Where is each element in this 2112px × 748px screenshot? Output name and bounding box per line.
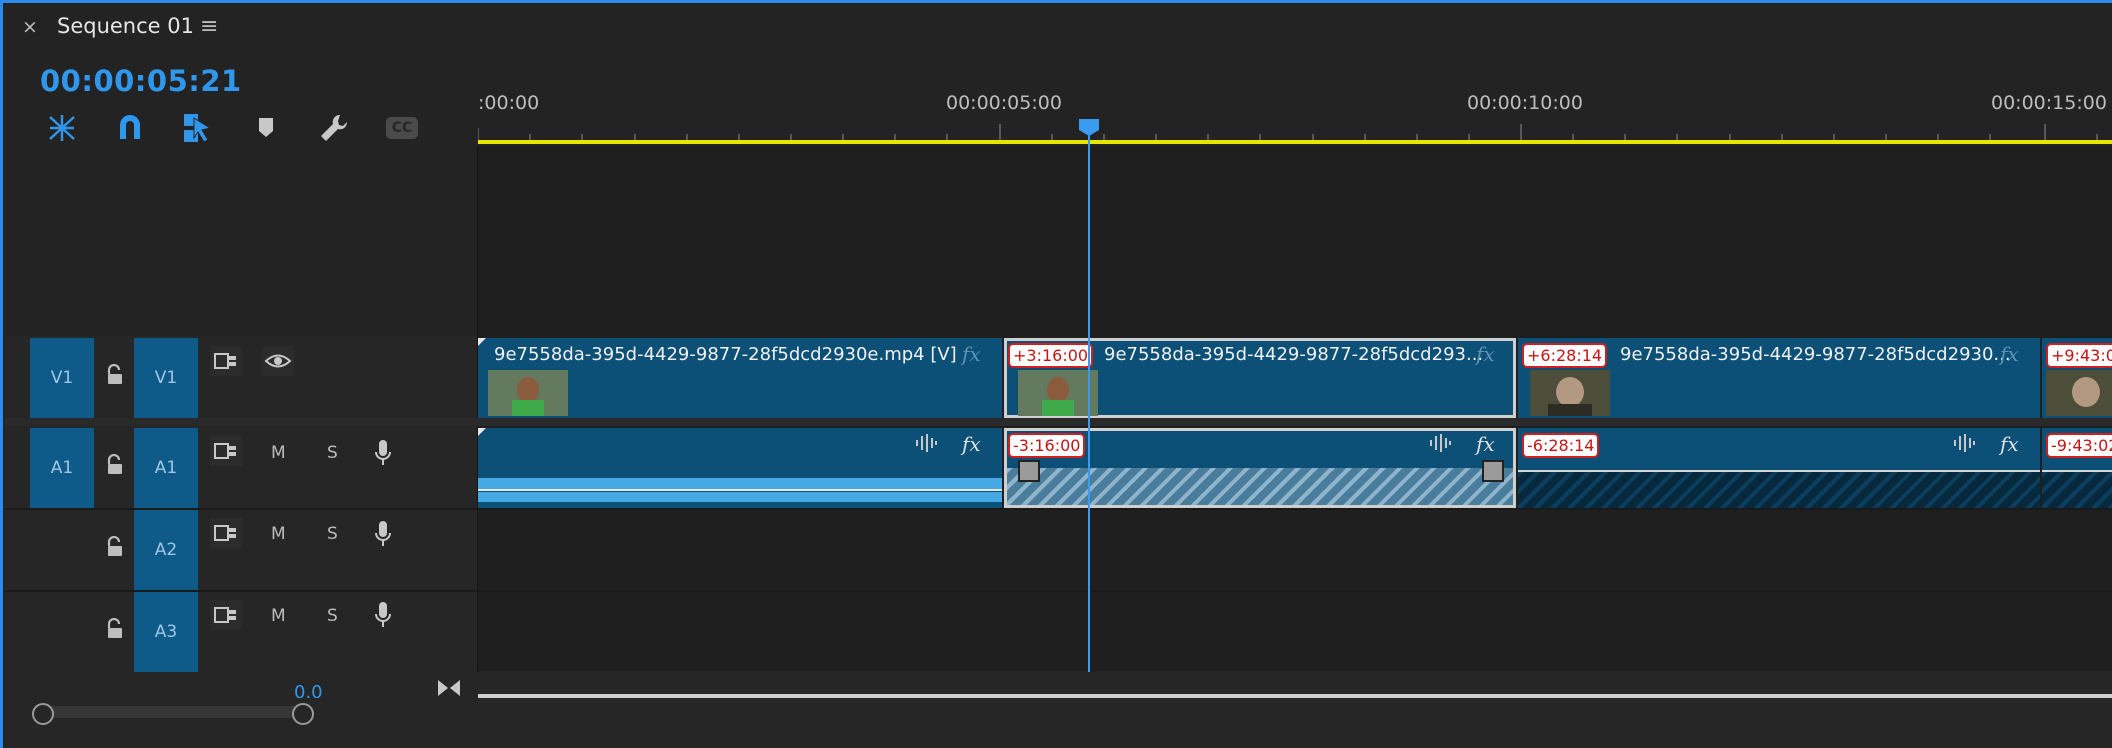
- clip-start-corner: [478, 428, 486, 436]
- clip-offset-badge: +3:16:00: [1008, 343, 1094, 368]
- microphone-icon-a3[interactable]: [374, 600, 392, 634]
- nest-snap-icon[interactable]: [44, 110, 80, 146]
- eye-visibility-icon-v1[interactable]: [262, 346, 294, 376]
- zoom-handle-left[interactable]: [32, 703, 54, 725]
- audio-missing-hatch: [1518, 472, 2040, 508]
- waveform-icon: [1952, 432, 1976, 458]
- mute-button-a1[interactable]: M: [271, 443, 286, 463]
- ruler-label-15s: 00:00:15:00: [1991, 92, 2107, 114]
- sync-lock-icon-v1[interactable]: [210, 346, 242, 376]
- audio-clip-2-selected[interactable]: -3:16:00 fx: [1004, 428, 1516, 508]
- fade-handle-in[interactable]: [1018, 460, 1040, 482]
- clip-start-corner: [478, 338, 486, 346]
- fx-badge[interactable]: fx: [2000, 342, 2019, 366]
- clip-thumbnail: [2046, 370, 2112, 416]
- audio-waveform: [478, 472, 1002, 508]
- audio-clip-1[interactable]: fx: [478, 428, 1002, 508]
- linked-selection-icon[interactable]: [180, 110, 216, 146]
- clip-offset-badge: -9:43:02: [2046, 433, 2112, 458]
- waveform-icon: [1428, 432, 1452, 458]
- solo-button-a2[interactable]: S: [327, 524, 338, 544]
- mute-button-a3[interactable]: M: [271, 606, 286, 626]
- source-patch-v1[interactable]: V1: [30, 338, 94, 418]
- source-patch-a1[interactable]: A1: [30, 428, 94, 508]
- fx-badge[interactable]: fx: [1476, 342, 1495, 366]
- magnet-snap-icon[interactable]: [112, 110, 148, 146]
- fit-sequence-icon[interactable]: [436, 677, 462, 703]
- playhead-timecode[interactable]: 00:00:05:21: [40, 64, 242, 98]
- work-area-bar[interactable]: [478, 140, 2112, 144]
- close-panel-icon[interactable]: ×: [22, 16, 38, 38]
- clip-name: 9e7558da-395d-4429-9877-28f5dcd293...: [1104, 344, 1484, 365]
- fx-badge[interactable]: fx: [962, 342, 981, 366]
- video-clip-2-selected[interactable]: +3:16:00 9e7558da-395d-4429-9877-28f5dcd…: [1004, 338, 1516, 418]
- captions-cc-label: CC: [386, 117, 418, 139]
- clip-offset-badge: -3:16:00: [1008, 433, 1086, 458]
- zoom-scroll-track[interactable]: [36, 706, 306, 718]
- ruler-label-0: :00:00: [478, 92, 540, 114]
- sync-lock-icon-a2[interactable]: [210, 518, 242, 548]
- sync-lock-icon-a1[interactable]: [210, 436, 242, 466]
- clip-name: 9e7558da-395d-4429-9877-28f5dcd2930...: [1620, 344, 2011, 365]
- lock-icon-v1[interactable]: [104, 363, 126, 390]
- clip-offset-badge: -6:28:14: [1522, 433, 1600, 458]
- track-target-v1[interactable]: V1: [134, 338, 198, 418]
- track-target-a3[interactable]: A3: [134, 592, 198, 672]
- clip-name: 9e7558da-395d-4429-9877-28f5dcd2930e.mp4…: [494, 344, 957, 365]
- clip-thumbnail: [1018, 370, 1098, 416]
- solo-button-a3[interactable]: S: [327, 606, 338, 626]
- solo-button-a1[interactable]: S: [327, 443, 338, 463]
- playhead-handle[interactable]: [1077, 117, 1101, 137]
- fx-badge[interactable]: fx: [1476, 432, 1495, 456]
- audio-missing-hatch: [1007, 468, 1513, 505]
- audio-missing-hatch: [2042, 472, 2112, 508]
- panel-menu-icon[interactable]: ≡: [200, 14, 218, 39]
- ruler-ticks: [478, 124, 2098, 142]
- fade-handle-out[interactable]: [1482, 460, 1504, 482]
- track-target-a1[interactable]: A1: [134, 428, 198, 508]
- panel-focus-border-top: [0, 0, 2112, 3]
- lock-icon-a1[interactable]: [104, 453, 126, 480]
- panel-focus-border-left: [0, 0, 3, 748]
- add-marker-icon[interactable]: [248, 110, 284, 146]
- mute-button-a2[interactable]: M: [271, 524, 286, 544]
- zoom-handle-right[interactable]: [292, 703, 314, 725]
- lock-icon-a3[interactable]: [104, 617, 126, 644]
- video-clip-4[interactable]: +9:43:00: [2042, 338, 2112, 418]
- microphone-icon-a2[interactable]: [374, 519, 392, 553]
- ruler-label-5s: 00:00:05:00: [946, 92, 1062, 114]
- lock-icon-a2[interactable]: [104, 535, 126, 562]
- captions-cc-icon[interactable]: CC: [384, 110, 420, 146]
- footer-value-partial: 0.0: [294, 682, 323, 698]
- horizontal-scrollbar[interactable]: [478, 694, 2112, 698]
- audio-clip-3[interactable]: -6:28:14 fx: [1518, 428, 2040, 508]
- audio-clip-4[interactable]: -9:43:02: [2042, 428, 2112, 508]
- fx-badge[interactable]: fx: [962, 432, 981, 456]
- clip-thumbnail: [488, 370, 568, 416]
- track-target-a2[interactable]: A2: [134, 510, 198, 590]
- video-clip-3[interactable]: +6:28:14 9e7558da-395d-4429-9877-28f5dcd…: [1518, 338, 2040, 418]
- playhead-line[interactable]: [1088, 126, 1090, 698]
- fx-badge[interactable]: fx: [2000, 432, 2019, 456]
- clip-offset-badge: +9:43:00: [2046, 343, 2112, 368]
- sync-lock-icon-a3[interactable]: [210, 600, 242, 630]
- clip-offset-badge: +6:28:14: [1522, 343, 1608, 368]
- panel-tab-title[interactable]: Sequence 01: [57, 14, 194, 38]
- time-ruler[interactable]: [478, 80, 2112, 148]
- ruler-label-10s: 00:00:10:00: [1467, 92, 1583, 114]
- clip-thumbnail: [1530, 370, 1610, 416]
- waveform-icon: [914, 432, 938, 458]
- wrench-settings-icon[interactable]: [316, 110, 352, 146]
- video-audio-divider[interactable]: [5, 418, 2112, 426]
- video-clip-1[interactable]: 9e7558da-395d-4429-9877-28f5dcd2930e.mp4…: [478, 338, 1002, 418]
- track-header-empty: [5, 146, 477, 336]
- microphone-icon-a1[interactable]: [374, 438, 392, 472]
